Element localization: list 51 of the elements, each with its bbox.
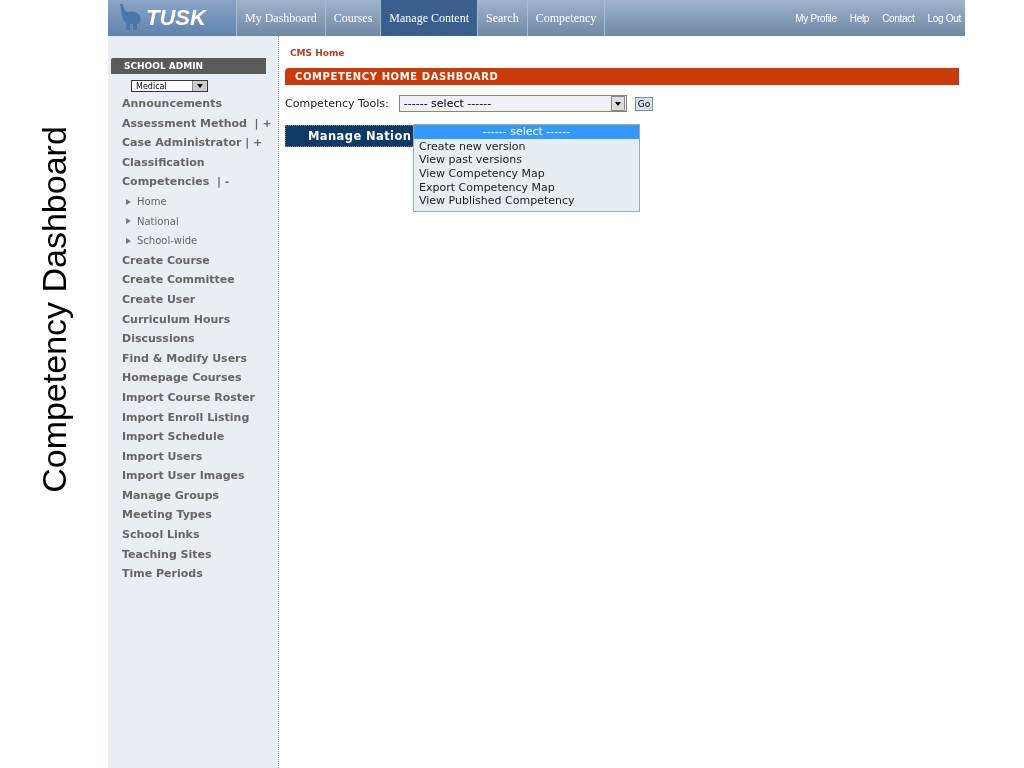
sidebar-subitem[interactable]: School-wide: [108, 231, 278, 251]
go-button[interactable]: Go: [634, 96, 654, 111]
sidebar-item[interactable]: Time Periods: [108, 564, 278, 584]
caret-icon: [614, 101, 621, 106]
nav-tab[interactable]: Competency: [526, 0, 605, 36]
sidebar-item[interactable]: Competencies | -: [108, 172, 278, 192]
section-title: COMPETENCY HOME DASHBOARD: [285, 68, 959, 85]
dropdown-option[interactable]: View past versions: [414, 153, 639, 168]
sidebar-item[interactable]: Import Enroll Listing: [108, 407, 278, 428]
slide-title: Competency Dashboard: [34, 125, 74, 493]
sidebar-item[interactable]: Import Course Roster: [108, 387, 278, 408]
header-link[interactable]: Help: [849, 12, 870, 24]
sidebar-title: SCHOOL ADMIN: [111, 58, 266, 74]
nav-tab[interactable]: Manage Content: [380, 0, 477, 36]
caret-icon: [197, 84, 203, 88]
sidebar-item[interactable]: Import Users: [108, 446, 278, 467]
sidebar-item[interactable]: School Links: [108, 525, 278, 545]
dropdown-option[interactable]: ------ select ------: [414, 125, 639, 139]
triangle-icon: [126, 198, 131, 205]
field-label: Competency Tools:: [285, 97, 389, 110]
header-link[interactable]: Log Out: [927, 12, 961, 24]
sidebar-item[interactable]: Discussions: [108, 329, 278, 349]
logo[interactable]: TUSK: [108, 0, 236, 36]
triangle-icon: [126, 218, 131, 225]
sidebar-item[interactable]: Create Course: [108, 250, 278, 271]
triangle-icon: [126, 237, 131, 244]
sidebar-item[interactable]: Manage Groups: [108, 485, 278, 506]
school-select[interactable]: Medical: [131, 80, 208, 92]
header-link[interactable]: Contact: [882, 12, 915, 24]
sidebar-subitem[interactable]: National: [108, 211, 278, 232]
sidebar-item[interactable]: Curriculum Hours: [108, 309, 278, 330]
sidebar-item[interactable]: Teaching Sites: [108, 544, 278, 565]
sidebar-item[interactable]: Homepage Courses: [108, 368, 278, 388]
sidebar-item[interactable]: Import Schedule: [108, 427, 278, 447]
dropdown-option[interactable]: View Competency Map: [414, 167, 639, 181]
dropdown-option[interactable]: View Published Competency: [414, 194, 639, 209]
sidebar-item[interactable]: Find & Modify Users: [108, 348, 278, 369]
tools-select[interactable]: ------ select ------: [398, 95, 627, 112]
dropdown-option[interactable]: Export Competency Map: [414, 180, 639, 195]
sidebar-item[interactable]: Assessment Method | +: [108, 113, 278, 134]
sidebar-item[interactable]: Import User Images: [108, 466, 278, 486]
sidebar-item[interactable]: Create User: [108, 289, 278, 310]
breadcrumb-link[interactable]: CMS Home: [290, 48, 959, 58]
header-link[interactable]: My Profile: [795, 12, 837, 24]
sidebar-item[interactable]: Create Committee: [108, 270, 278, 290]
nav-tab[interactable]: Search: [477, 0, 527, 36]
sidebar-item[interactable]: Meeting Types: [108, 505, 278, 526]
sidebar-item[interactable]: Classification: [108, 152, 278, 173]
sidebar-subitem[interactable]: Home: [108, 191, 278, 212]
sidebar-item[interactable]: Announcements: [108, 94, 278, 114]
sidebar-item[interactable]: Case Administrator | +: [108, 133, 278, 153]
